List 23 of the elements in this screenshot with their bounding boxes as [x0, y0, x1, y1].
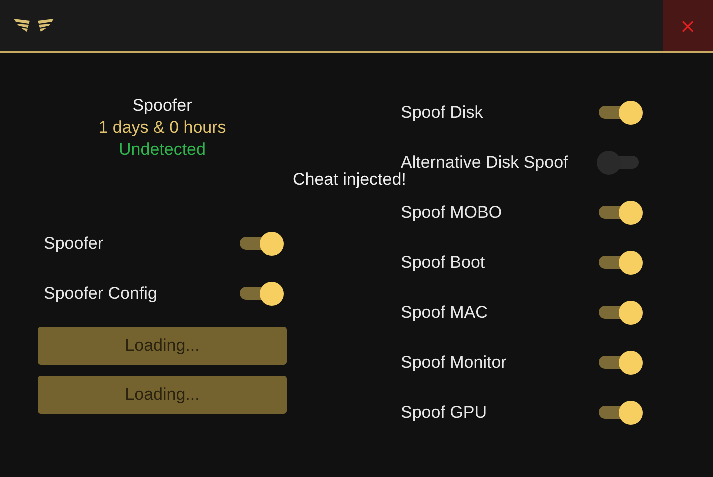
toggle-switch[interactable] [240, 231, 284, 257]
toggle-switch[interactable] [599, 350, 643, 376]
product-name: Spoofer [132, 95, 192, 117]
toggle-label: Alternative Disk Spoof [401, 153, 568, 172]
toggle-label: Spoof MAC [401, 303, 488, 323]
toggle-label: Spoofer Config [44, 284, 158, 304]
toggle-switch[interactable] [240, 281, 284, 307]
close-button[interactable]: × [663, 0, 713, 51]
toggle-switch[interactable] [599, 250, 643, 276]
toast-message: Cheat injected! [293, 170, 406, 190]
toggle-switch[interactable] [599, 300, 643, 326]
toggle-label: Spoof Boot [401, 253, 486, 273]
toggle-switch[interactable] [599, 200, 643, 226]
toggle-label: Spoof MOBO [401, 203, 502, 223]
time-remaining: 1 days & 0 hours [98, 117, 226, 139]
wings-logo-icon [14, 17, 54, 34]
toggle-switch[interactable] [599, 100, 643, 126]
detection-status: Undetected [119, 139, 206, 161]
toggle-label: Spoofer [44, 234, 104, 254]
toggle-label: Spoof GPU [401, 403, 487, 423]
toggle-label: Spoof Disk [401, 103, 484, 123]
toggle-switch[interactable] [599, 400, 643, 426]
toggle-label: Spoof Monitor [401, 353, 507, 373]
